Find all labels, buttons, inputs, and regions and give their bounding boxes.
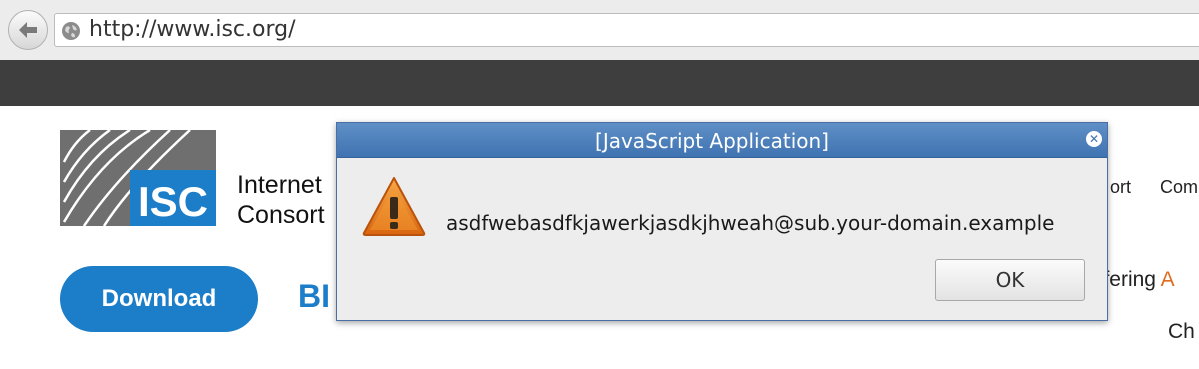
close-icon[interactable]: ✕	[1086, 131, 1102, 147]
offering-accent-link[interactable]: A	[1161, 268, 1175, 291]
org-name: Internet Consort	[237, 170, 325, 230]
url-bar[interactable]: http://www.isc.org/	[54, 13, 1199, 47]
logo-text: ISC	[138, 178, 208, 225]
org-name-line1: Internet	[237, 171, 322, 199]
download-button[interactable]: Download	[60, 266, 258, 332]
org-name-line2: Consort	[237, 201, 325, 229]
javascript-alert-dialog: [JavaScript Application] ✕ asdfwebasdfkj…	[336, 122, 1108, 321]
isc-logo[interactable]: ISC	[60, 128, 216, 230]
ok-button[interactable]: OK	[935, 259, 1085, 301]
dialog-titlebar[interactable]: [JavaScript Application] ✕	[337, 123, 1107, 158]
url-text: http://www.isc.org/	[89, 17, 296, 42]
back-arrow-icon	[19, 22, 37, 38]
dialog-message: asdfwebasdfkjawerkjasdkjhweah@sub.your-d…	[446, 211, 1055, 235]
warning-icon	[362, 177, 426, 236]
page-heading: BI	[298, 278, 330, 314]
site-nav-bar	[0, 60, 1199, 106]
offering-text: ffering A	[1098, 268, 1175, 292]
partial-text: Ch	[1168, 320, 1195, 343]
dialog-title: [JavaScript Application]	[595, 129, 829, 153]
browser-toolbar: http://www.isc.org/	[0, 0, 1199, 60]
nav-link-community[interactable]: Com	[1160, 177, 1198, 198]
back-button[interactable]	[8, 10, 48, 50]
globe-icon	[62, 22, 80, 40]
nav-link-support[interactable]: ort	[1110, 177, 1131, 198]
